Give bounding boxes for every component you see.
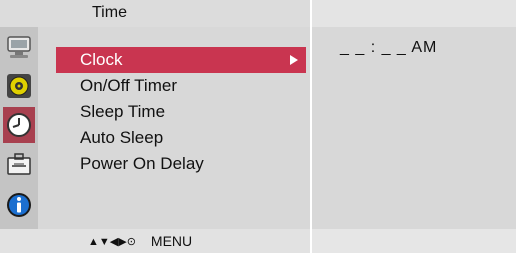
arrow-right-icon xyxy=(290,55,298,65)
menu-item-auto-sleep[interactable]: Auto Sleep xyxy=(56,125,306,151)
menu-item-label: Sleep Time xyxy=(80,102,166,121)
menu-button-label: MENU xyxy=(150,233,193,249)
menu-item-label: Power On Delay xyxy=(80,154,204,173)
menu-item-label: Auto Sleep xyxy=(80,128,164,147)
panel-divider xyxy=(310,0,312,253)
option-icon[interactable] xyxy=(3,146,35,182)
picture-icon[interactable] xyxy=(3,29,35,65)
footer-right xyxy=(312,229,516,253)
osd-menu: Time Clock On/Off Timer Sleep Time Auto … xyxy=(0,0,516,253)
menu-item-on-off-timer[interactable]: On/Off Timer xyxy=(56,73,306,99)
clock-value: _ _ : _ _ AM xyxy=(340,39,438,56)
header-bar: Time xyxy=(0,0,516,27)
navigation-arrows-icon: ▲▼◀▶⊙ xyxy=(88,235,136,248)
menu-item-clock[interactable]: Clock xyxy=(56,47,306,73)
navigation-hint: ▲▼◀▶⊙ MENU xyxy=(88,233,192,249)
menu-item-label: Clock xyxy=(80,50,123,69)
sound-icon[interactable] xyxy=(3,68,35,104)
value-panel: _ _ : _ _ AM xyxy=(312,27,516,229)
menu-item-label: On/Off Timer xyxy=(80,76,177,95)
menu-panel: Clock On/Off Timer Sleep Time Auto Sleep… xyxy=(38,27,310,229)
page-title: Time xyxy=(92,4,127,21)
menu-item-sleep-time[interactable]: Sleep Time xyxy=(56,99,306,125)
clock-icon[interactable] xyxy=(3,107,35,143)
footer-bar: ▲▼◀▶⊙ MENU xyxy=(0,229,310,253)
header-right xyxy=(312,0,516,27)
information-icon[interactable] xyxy=(3,187,35,223)
menu-item-power-on-delay[interactable]: Power On Delay xyxy=(56,151,306,177)
header-left: Time xyxy=(0,0,310,27)
category-icon-strip xyxy=(0,27,38,229)
